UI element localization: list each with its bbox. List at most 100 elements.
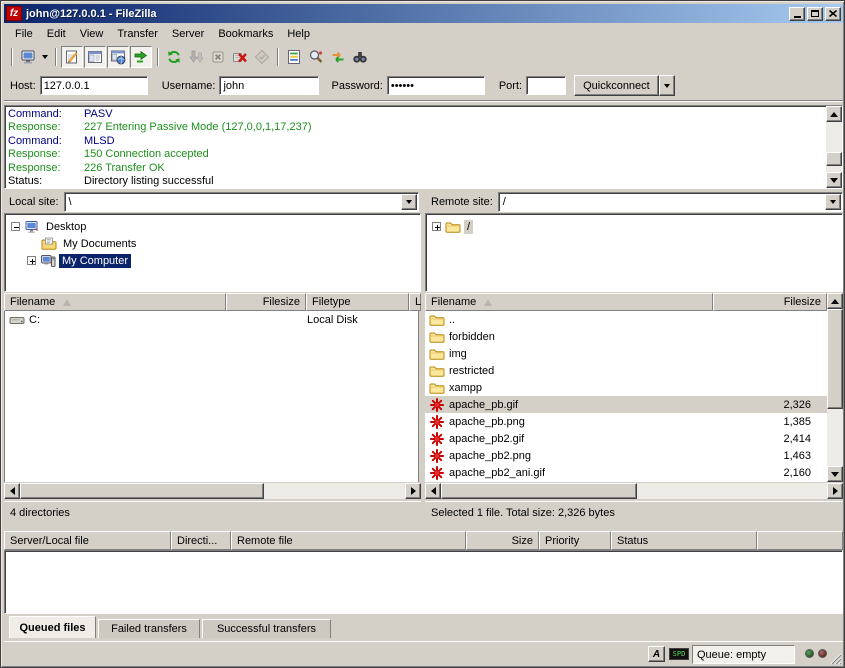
scroll-right-button[interactable] (405, 483, 421, 499)
scrollbar-thumb[interactable] (826, 152, 842, 166)
toggle-transfer-queue-button[interactable] (130, 46, 152, 68)
scroll-up-button[interactable] (827, 293, 843, 309)
file-name: .. (449, 314, 455, 326)
local-site-combobox[interactable]: \ (64, 192, 419, 212)
remote-file-row[interactable]: apache_pb2.png1,463 (425, 447, 827, 464)
combo-dropdown-button[interactable] (825, 194, 841, 210)
remote-tree[interactable]: / (425, 213, 843, 292)
quickconnect-dropdown-button[interactable] (659, 75, 675, 96)
username-input[interactable] (219, 76, 319, 95)
menu-transfer[interactable]: Transfer (110, 26, 165, 42)
local-file-list[interactable]: C: Local Disk (4, 311, 419, 482)
site-manager-dropdown-button[interactable] (39, 46, 51, 68)
find-files-button[interactable] (349, 46, 371, 68)
tree-item-my-computer[interactable]: My Computer (27, 252, 131, 269)
filter-button[interactable] (283, 46, 305, 68)
scrollbar-thumb[interactable] (20, 483, 264, 499)
column-header-filename[interactable]: Filename (425, 293, 713, 311)
password-input[interactable] (387, 76, 485, 95)
tree-item-label: Desktop (43, 220, 89, 234)
remote-site-combobox[interactable]: / (498, 192, 843, 212)
column-header-status[interactable]: Status (611, 531, 757, 550)
quickconnect-button[interactable]: Quickconnect (574, 75, 659, 96)
local-tree-icon (87, 49, 103, 65)
scroll-right-button[interactable] (827, 483, 843, 499)
transfer-type-indicator[interactable]: A (648, 646, 665, 662)
close-button[interactable] (825, 7, 841, 21)
sort-ascending-icon (63, 299, 71, 306)
refresh-button[interactable] (163, 46, 185, 68)
remote-file-list[interactable]: .. forbidden img restricted xampp apache… (425, 311, 827, 482)
menu-server[interactable]: Server (165, 26, 211, 42)
combo-dropdown-button[interactable] (401, 194, 417, 210)
column-header-filesize[interactable]: Filesize (226, 293, 306, 311)
message-log[interactable]: Command:PASV Response:227 Entering Passi… (4, 105, 843, 189)
toggle-local-tree-button[interactable] (84, 46, 106, 68)
resize-grip[interactable] (829, 652, 842, 665)
maximize-button[interactable] (807, 7, 823, 21)
tree-item-my-documents[interactable]: My Documents (41, 235, 139, 252)
column-header-server-local-file[interactable]: Server/Local file (4, 531, 171, 550)
queue-list[interactable] (4, 550, 843, 614)
remote-file-row[interactable]: apache_pb.png1,385 (425, 413, 827, 430)
column-header-remote-file[interactable]: Remote file (231, 531, 466, 550)
tab-failed-transfers[interactable]: Failed transfers (98, 619, 200, 638)
menu-view[interactable]: View (73, 26, 111, 42)
scroll-up-button[interactable] (826, 106, 842, 122)
remote-file-row[interactable]: apache_pb2.gif2,414 (425, 430, 827, 447)
cancel-operation-button[interactable] (207, 46, 229, 68)
remote-file-row[interactable]: forbidden (425, 328, 827, 345)
toggle-message-log-button[interactable] (61, 46, 83, 68)
column-header-direction[interactable]: Directi... (171, 531, 231, 550)
tree-item-desktop[interactable]: Desktop (11, 218, 89, 235)
synchronized-browsing-button[interactable] (327, 46, 349, 68)
remote-list-hscrollbar[interactable] (425, 483, 843, 499)
tree-item-root[interactable]: / (432, 218, 473, 235)
port-input[interactable] (526, 76, 566, 95)
process-queue-button[interactable] (185, 46, 207, 68)
local-list-hscrollbar[interactable] (4, 483, 421, 499)
scroll-left-button[interactable] (4, 483, 20, 499)
disconnect-button[interactable] (229, 46, 251, 68)
minimize-button[interactable] (789, 7, 805, 21)
tab-queued-files[interactable]: Queued files (9, 616, 96, 638)
column-header-lastmodified[interactable]: L (409, 293, 421, 311)
collapse-icon[interactable] (11, 222, 20, 231)
toggle-remote-tree-button[interactable] (107, 46, 129, 68)
scroll-down-button[interactable] (827, 466, 843, 482)
host-input[interactable] (40, 76, 148, 95)
column-header-filesize[interactable]: Filesize (713, 293, 827, 311)
remote-list-scrollbar[interactable] (827, 293, 843, 482)
speed-limits-icon[interactable]: SPD (669, 648, 689, 660)
column-header-filetype[interactable]: Filetype (306, 293, 409, 311)
remote-file-row[interactable]: restricted (425, 362, 827, 379)
expand-icon[interactable] (27, 256, 36, 265)
log-scrollbar[interactable] (826, 106, 842, 188)
remote-file-row[interactable]: img (425, 345, 827, 362)
directory-comparison-icon (308, 49, 324, 65)
tab-successful-transfers[interactable]: Successful transfers (202, 619, 331, 638)
remote-file-row[interactable]: .. (425, 311, 827, 328)
site-manager-button[interactable] (17, 46, 39, 68)
column-header-priority[interactable]: Priority (539, 531, 611, 550)
directory-comparison-button[interactable] (305, 46, 327, 68)
remote-file-row-selected[interactable]: apache_pb.gif2,326 (425, 396, 827, 413)
scrollbar-thumb[interactable] (827, 309, 843, 409)
menu-edit[interactable]: Edit (40, 26, 73, 42)
column-header-filename[interactable]: Filename (4, 293, 226, 311)
local-tree[interactable]: Desktop My Documents My Computer (4, 213, 421, 292)
column-header-size[interactable]: Size (466, 531, 539, 550)
title-bar[interactable]: fz john@127.0.0.1 - FileZilla (4, 4, 843, 23)
menu-bookmarks[interactable]: Bookmarks (211, 26, 280, 42)
menu-file[interactable]: File (8, 26, 40, 42)
reconnect-button[interactable] (251, 46, 273, 68)
menu-help[interactable]: Help (280, 26, 317, 42)
scrollbar-thumb[interactable] (441, 483, 637, 499)
scroll-down-button[interactable] (826, 172, 842, 188)
local-file-row[interactable]: C: Local Disk (5, 311, 418, 328)
scroll-left-button[interactable] (425, 483, 441, 499)
find-files-icon (352, 49, 368, 65)
remote-file-row[interactable]: apache_pb2_ani.gif2,160 (425, 464, 827, 481)
remote-file-row[interactable]: xampp (425, 379, 827, 396)
expand-icon[interactable] (432, 222, 441, 231)
